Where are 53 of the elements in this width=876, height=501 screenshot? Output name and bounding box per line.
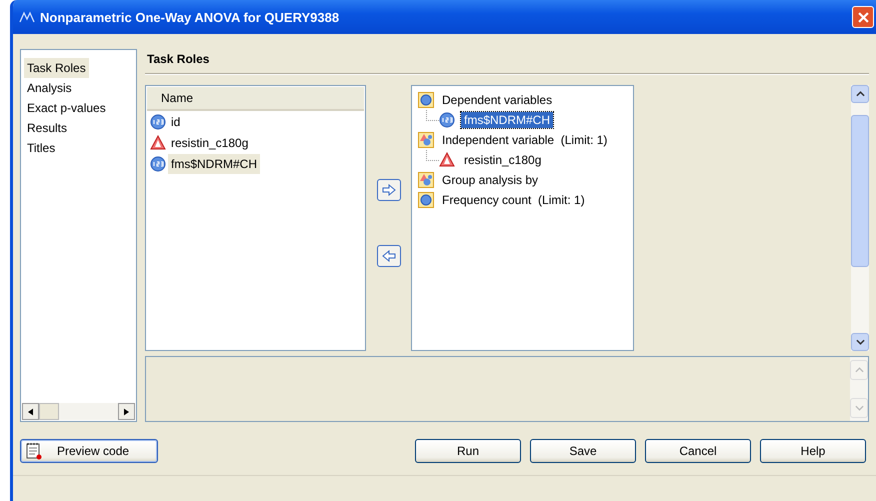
remove-arrow-button[interactable] xyxy=(376,245,400,267)
mixed-role-icon xyxy=(418,172,434,188)
variable-item[interactable]: resistin_c180g xyxy=(168,132,252,152)
up-chevron-icon xyxy=(856,91,864,97)
assigned-variable[interactable]: fms$NDRM#CH xyxy=(461,112,554,128)
role-label[interactable]: Dependent variables xyxy=(442,93,552,107)
role-label[interactable]: Group analysis by xyxy=(442,173,538,187)
down-chevron-icon xyxy=(854,405,864,411)
section-heading: Task Roles xyxy=(146,51,210,68)
notepad-icon xyxy=(25,442,43,460)
scroll-left-button[interactable] xyxy=(22,403,39,420)
scroll-thumb[interactable] xyxy=(39,403,59,420)
left-arrow-icon xyxy=(382,250,396,262)
sidebar-item[interactable]: Exact p-values xyxy=(24,98,109,118)
up-chevron-icon xyxy=(854,367,864,373)
role-label[interactable]: Independent variable (Limit: 1) xyxy=(442,133,608,147)
numeric-role-icon xyxy=(418,192,434,208)
vertical-scrollbar[interactable] xyxy=(851,85,869,351)
assigned-variable[interactable]: resistin_c180g xyxy=(461,152,544,168)
dialog-button[interactable]: Save xyxy=(530,439,636,463)
horizontal-scrollbar[interactable] xyxy=(22,403,135,420)
right-arrow-icon xyxy=(382,184,396,196)
scroll-up-button[interactable] xyxy=(851,85,869,103)
sidebar-item[interactable]: Results xyxy=(24,118,70,138)
dialog-button[interactable]: Run xyxy=(415,439,521,463)
down-chevron-icon xyxy=(856,339,864,345)
close-button[interactable] xyxy=(852,6,874,28)
window-title: Nonparametric One-Way ANOVA for QUERY9388 xyxy=(40,10,340,24)
dialog-button[interactable]: Cancel xyxy=(645,439,751,463)
column-header[interactable]: Name xyxy=(147,87,364,111)
sidebar-item[interactable]: Analysis xyxy=(24,78,75,98)
app-icon xyxy=(19,11,35,23)
mixed-role-icon xyxy=(418,132,434,148)
dialog-button[interactable]: Help xyxy=(760,439,866,463)
numeric-role-icon xyxy=(418,92,434,108)
variable-item[interactable]: fms$NDRM#CH xyxy=(168,154,260,174)
triangle-variable-icon xyxy=(439,152,455,168)
preview-code-button[interactable]: Preview code xyxy=(20,439,158,463)
triangle-variable-icon xyxy=(150,134,166,150)
numeric-variable-icon xyxy=(439,112,455,128)
scroll-right-button[interactable] xyxy=(118,403,135,420)
scroll-thumb[interactable] xyxy=(851,115,869,267)
close-icon xyxy=(858,12,868,22)
variable-item[interactable]: id xyxy=(168,112,184,132)
right-arrow-icon xyxy=(124,408,129,416)
role-label[interactable]: Frequency count (Limit: 1) xyxy=(442,193,585,207)
sidebar-item[interactable]: Task Roles xyxy=(24,58,89,78)
sidebar-item[interactable]: Titles xyxy=(24,138,58,158)
scroll-down-button[interactable] xyxy=(851,333,869,351)
numeric-variable-icon xyxy=(150,156,166,172)
numeric-variable-icon xyxy=(150,114,166,130)
left-arrow-icon xyxy=(28,408,33,416)
add-arrow-button[interactable] xyxy=(376,179,400,201)
